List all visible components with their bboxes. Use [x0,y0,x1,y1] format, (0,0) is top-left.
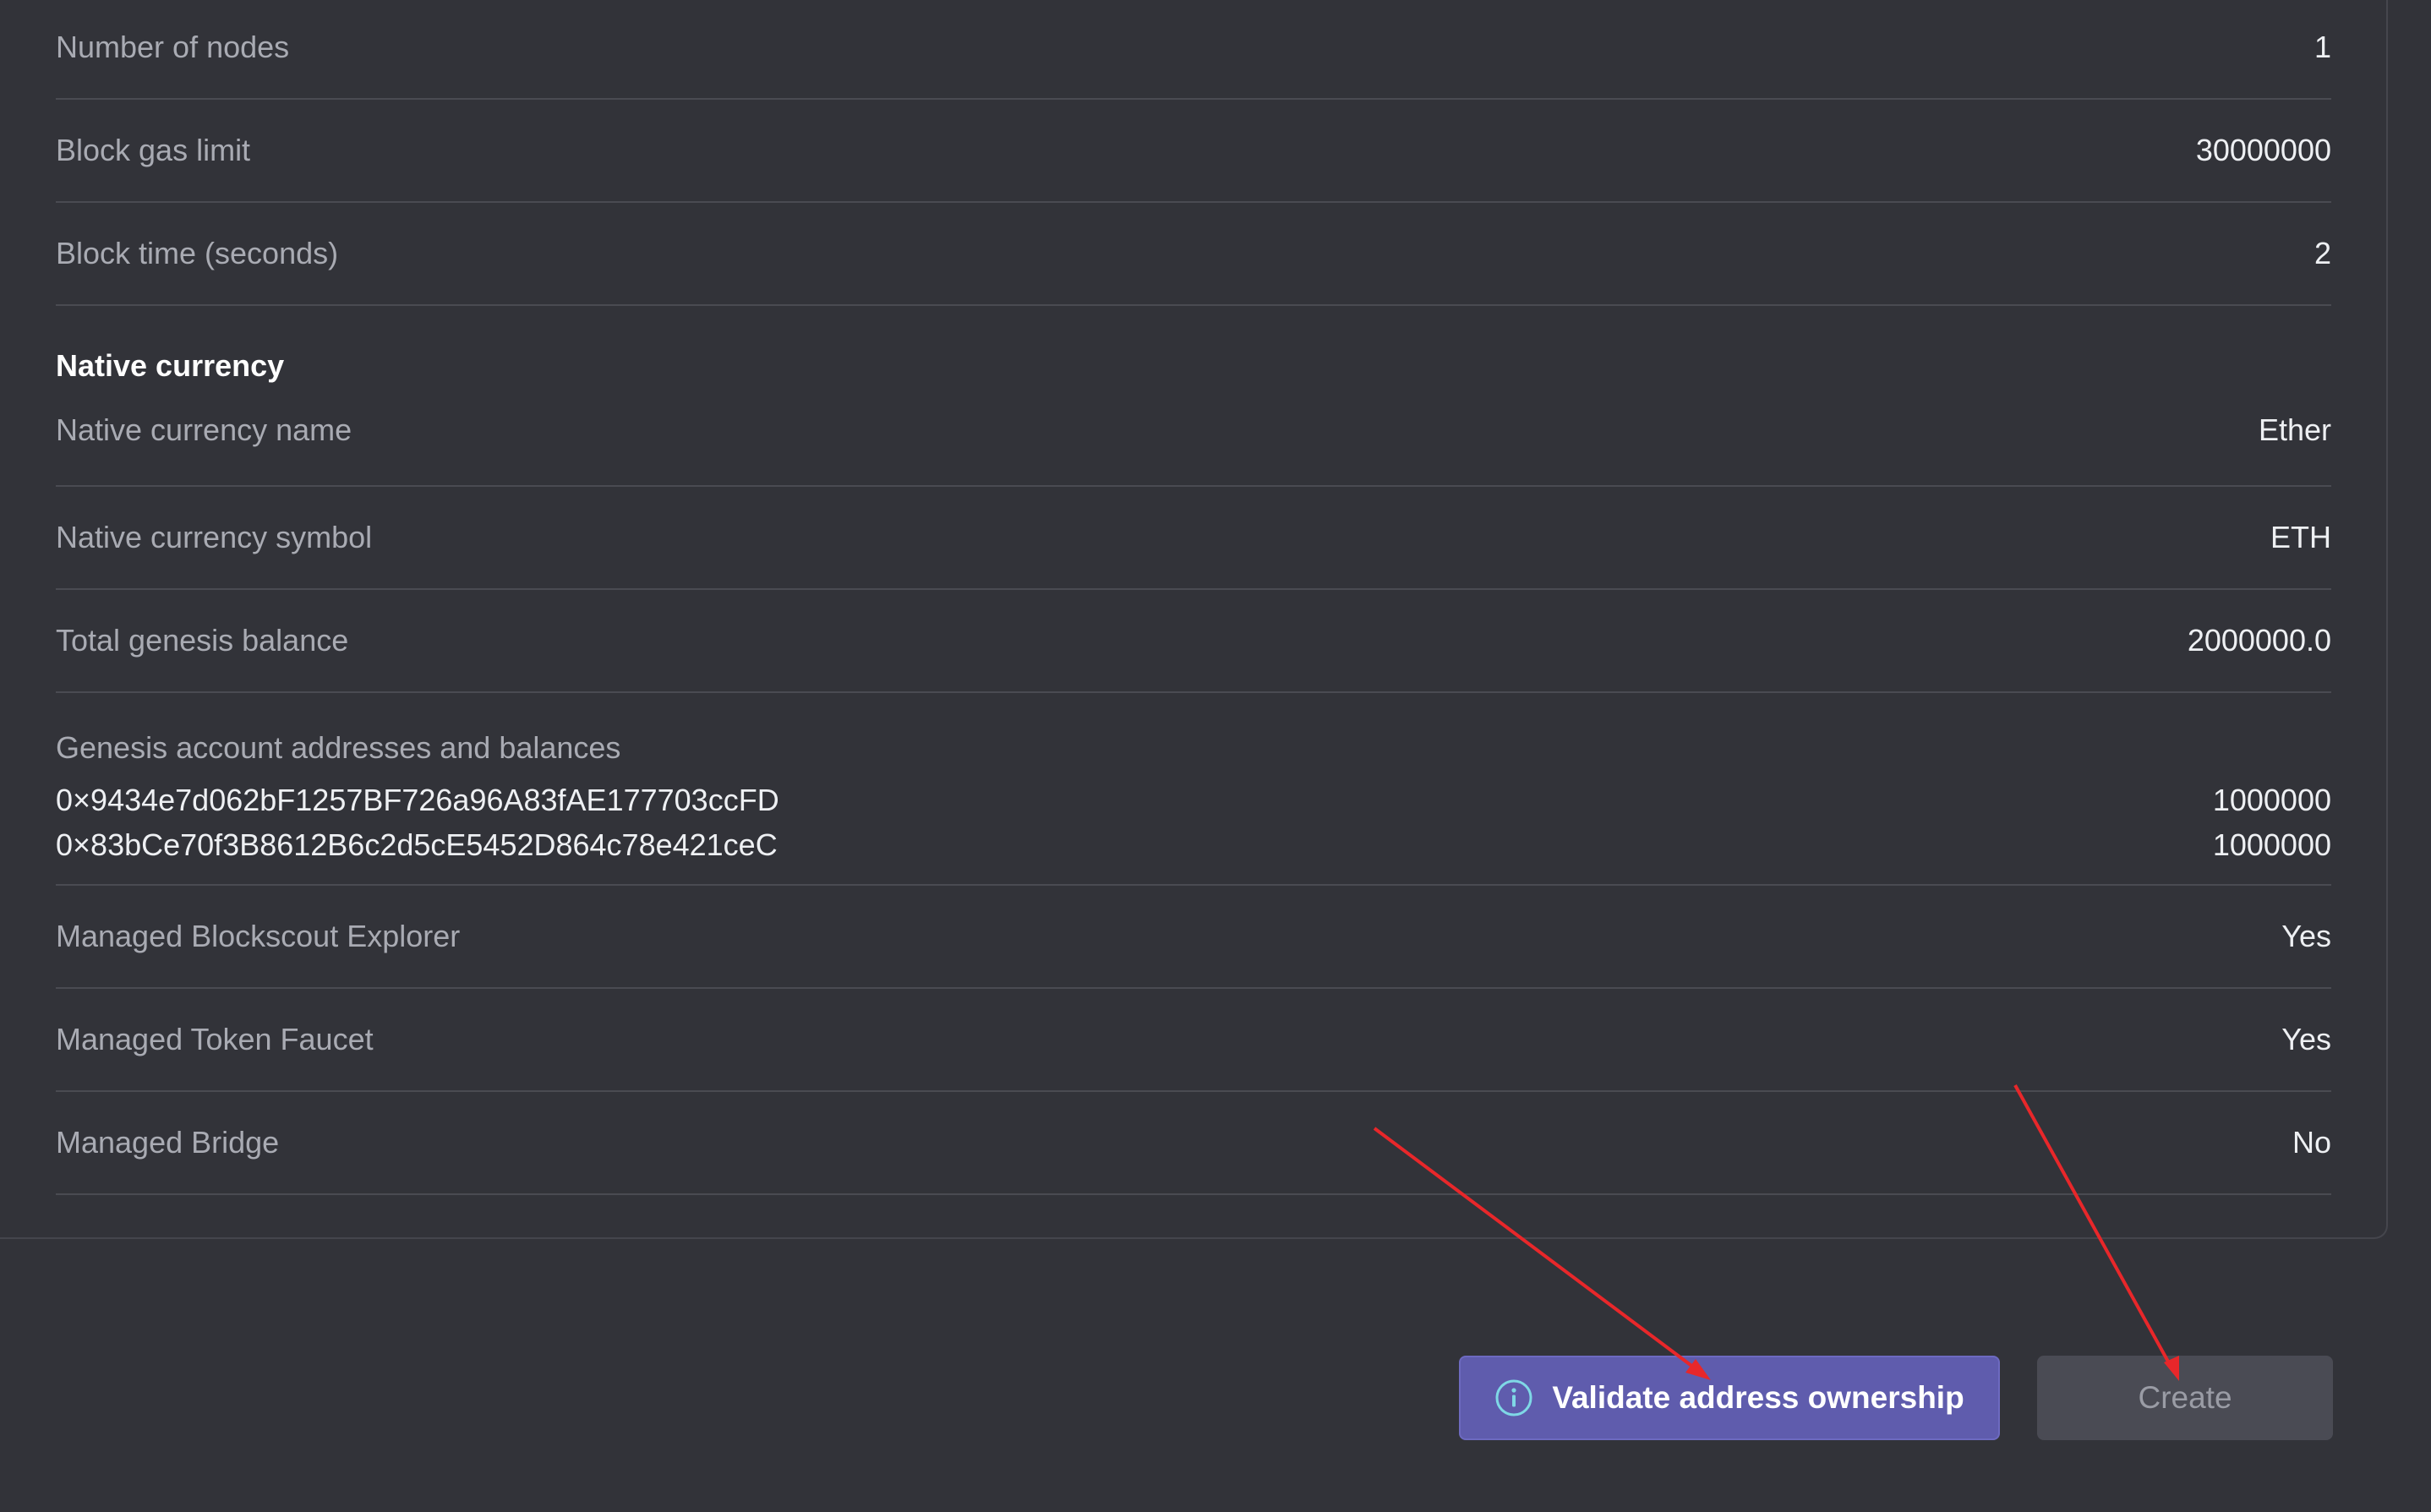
row-native-currency-symbol: Native currency symbol ETH [56,487,2331,590]
info-icon [1495,1379,1532,1416]
genesis-address: 0×9434e7d062bF1257BF726a96A83fAE177703cc… [56,783,779,817]
summary-panel: Number of nodes 1 Block gas limit 300000… [0,0,2388,1239]
row-label: Native currency symbol [56,520,373,554]
row-label: Managed Blockscout Explorer [56,919,461,953]
row-managed-token-faucet: Managed Token Faucet Yes [56,989,2331,1092]
row-total-genesis-balance: Total genesis balance 2000000.0 [56,590,2331,693]
row-value: Yes [2281,1022,2331,1056]
row-native-currency-name: Native currency name Ether [56,412,2331,487]
summary-rows: Number of nodes 1 Block gas limit 300000… [56,0,2331,1195]
validate-address-ownership-button[interactable]: Validate address ownership [1459,1356,2000,1440]
genesis-account: 0×9434e7d062bF1257BF726a96A83fAE177703cc… [56,778,2331,822]
genesis-label: Genesis account addresses and balances [56,730,621,765]
row-label: Total genesis balance [56,623,349,658]
row-value: 2000000.0 [2187,623,2331,658]
row-genesis-accounts: Genesis account addresses and balances 0… [56,693,2331,886]
create-button[interactable]: Create [2037,1356,2333,1440]
genesis-account: 0×83bCe70f3B8612B6c2d5cE5452D864c78e421c… [56,822,2331,867]
genesis-balance: 1000000 [2212,827,2331,862]
row-label: Block time (seconds) [56,236,339,270]
row-value: 30000000 [2195,133,2331,167]
row-value: ETH [2270,520,2331,554]
row-block-gas-limit: Block gas limit 30000000 [56,100,2331,203]
row-label: Managed Token Faucet [56,1022,374,1056]
row-label: Managed Bridge [56,1125,280,1160]
create-button-label: Create [2138,1380,2232,1415]
row-label: Native currency name [56,412,352,447]
validate-button-label: Validate address ownership [1552,1380,1964,1415]
action-bar: Validate address ownership Create [0,1356,2431,1440]
genesis-address: 0×83bCe70f3B8612B6c2d5cE5452D864c78e421c… [56,827,778,862]
row-managed-blockscout-explorer: Managed Blockscout Explorer Yes [56,886,2331,989]
row-managed-bridge: Managed Bridge No [56,1092,2331,1195]
section-title-native-currency: Native currency [56,348,285,383]
row-value: 1 [2314,30,2331,64]
row-value: Ether [2258,412,2331,447]
row-label: Number of nodes [56,30,290,64]
row-value: Yes [2281,919,2331,953]
row-number-of-nodes: Number of nodes 1 [56,0,2331,100]
row-value: No [2292,1125,2331,1160]
row-block-time: Block time (seconds) 2 [56,203,2331,306]
row-value: 2 [2314,236,2331,270]
row-label: Block gas limit [56,133,251,167]
genesis-balance: 1000000 [2212,783,2331,817]
